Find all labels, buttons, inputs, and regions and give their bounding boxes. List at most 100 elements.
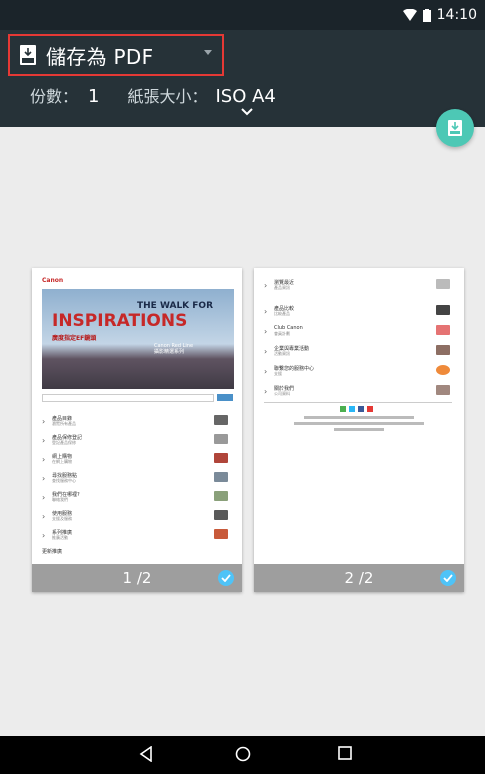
list-item-subtitle: 聯絡我們	[52, 497, 68, 502]
list-item-subtitle: 支援及服務	[52, 516, 72, 521]
recents-icon[interactable]	[338, 746, 352, 760]
list-item: › 尋找服務點 查找服務中心	[42, 471, 234, 487]
chevron-right-icon: ›	[42, 493, 46, 502]
footer-text-line	[334, 428, 384, 431]
list-item: › 產品保修登記 登記產品保修	[42, 433, 234, 449]
expand-chevron-icon[interactable]	[241, 108, 253, 116]
page-thumbnail: Canon THE WALK FOR INSPIRATIONS 廣度指定EF鏡頭…	[32, 268, 242, 564]
hero-title-line2: INSPIRATIONS	[52, 311, 188, 331]
search-button	[217, 394, 233, 401]
navigation-bar	[0, 736, 485, 774]
social-icons	[340, 406, 373, 412]
list-item: › 企業與專業活動 活動資訊	[264, 344, 456, 360]
list-item-subtitle: 瀏覽所有產品	[52, 421, 76, 426]
destination-dropdown[interactable]: 儲存為 PDF	[8, 34, 224, 76]
page-number: 2 /2	[344, 569, 374, 587]
chevron-right-icon: ›	[42, 417, 46, 426]
copies-label: 份數：	[30, 87, 79, 106]
page-selected-check-icon[interactable]	[218, 570, 234, 586]
page-preview-2[interactable]: › 瀏覽最近 產品資訊 › 產品比較 比較產品 › Club Canon 會員計…	[254, 268, 464, 592]
list-item-subtitle: 比較產品	[274, 311, 290, 316]
list-item: › 我們在哪裡? 聯絡我們	[42, 490, 234, 506]
list-item: › 瀏覽最近 產品資訊	[264, 278, 456, 294]
chevron-right-icon: ›	[42, 531, 46, 540]
list-item-subtitle: 產品資訊	[274, 285, 290, 290]
status-bar: 14:10	[0, 0, 485, 30]
compare-icon	[436, 305, 450, 315]
list-item-subtitle: 推廣活動	[52, 535, 68, 540]
list-item-subtitle: 查找服務中心	[52, 478, 76, 483]
youtube-icon	[367, 406, 373, 412]
chevron-right-icon: ›	[264, 327, 268, 336]
list-item: › 關於我們 公司資料	[264, 384, 456, 400]
club-canon-logo-icon	[436, 325, 450, 335]
list-item-title: 更新推廣	[42, 549, 63, 555]
divider	[264, 402, 452, 403]
list-item: › 網上購物 在網上購物	[42, 452, 234, 468]
dropdown-caret-icon	[204, 50, 212, 55]
hero-subtitle: 廣度指定EF鏡頭	[52, 335, 97, 342]
list-item: › 使用服務 支援及服務	[42, 509, 234, 525]
social-icon	[349, 406, 355, 412]
search-box	[42, 394, 214, 402]
page-number: 1 /2	[122, 569, 152, 587]
pdf-icon	[20, 45, 36, 65]
battery-icon	[422, 8, 431, 22]
list-item: › Club Canon 會員計劃	[264, 324, 456, 340]
paper-size-label: 紙張大小：	[127, 87, 208, 106]
service-icon	[214, 510, 228, 520]
pen-icon	[214, 434, 228, 444]
product-icon	[436, 279, 450, 289]
chevron-right-icon: ›	[42, 512, 46, 521]
chevron-right-icon: ›	[264, 387, 268, 396]
clock: 14:10	[436, 7, 477, 23]
back-icon[interactable]	[139, 746, 153, 762]
list-item-subtitle: 支援	[274, 371, 282, 376]
support-icon	[436, 365, 450, 375]
chevron-right-icon: ›	[42, 474, 46, 483]
footer-text-line	[304, 416, 414, 419]
save-pdf-button[interactable]	[436, 109, 474, 147]
print-options-summary[interactable]: 份數： 1 紙張大小： ISO A4	[30, 83, 276, 107]
social-icon	[340, 406, 346, 412]
hero-banner: THE WALK FOR INSPIRATIONS 廣度指定EF鏡頭 Canon…	[42, 289, 234, 389]
page-preview-1[interactable]: Canon THE WALK FOR INSPIRATIONS 廣度指定EF鏡頭…	[32, 268, 242, 592]
list-item: › 聯繫您的服務中心 支援	[264, 364, 456, 380]
list-item-subtitle: 登記產品保修	[52, 440, 76, 445]
event-icon	[436, 345, 450, 355]
chevron-right-icon: ›	[264, 367, 268, 376]
hero-promo: Canon Red Line 攝影精選系列	[154, 343, 194, 355]
about-icon	[436, 385, 450, 395]
page-selected-check-icon[interactable]	[440, 570, 456, 586]
list-item: 更新推廣	[42, 547, 234, 563]
hero-title-line1: THE WALK FOR	[137, 301, 214, 311]
list-item-subtitle: 公司資料	[274, 391, 290, 396]
chevron-right-icon: ›	[42, 436, 46, 445]
footer-text-line	[294, 422, 424, 425]
list-item-subtitle: 會員計劃	[274, 331, 290, 336]
list-item: › 產品比較 比較產品	[264, 304, 456, 320]
wifi-icon	[402, 9, 417, 21]
home-icon[interactable]	[235, 746, 251, 762]
destination-label: 儲存為 PDF	[46, 44, 154, 69]
paper-size-value: ISO A4	[215, 86, 276, 107]
print-header: 儲存為 PDF 份數： 1 紙張大小： ISO A4	[0, 30, 485, 127]
location-icon	[214, 472, 228, 482]
chevron-right-icon: ›	[264, 347, 268, 356]
chevron-right-icon: ›	[264, 281, 268, 290]
chevron-right-icon: ›	[264, 307, 268, 316]
promo-icon	[214, 529, 228, 539]
list-item: › 系列推廣 推廣活動	[42, 528, 234, 544]
pdf-download-icon	[448, 120, 462, 136]
page-thumbnail: › 瀏覽最近 產品資訊 › 產品比較 比較產品 › Club Canon 會員計…	[254, 268, 464, 564]
canon-logo: Canon	[42, 277, 64, 284]
copies-value: 1	[88, 86, 100, 107]
map-icon	[214, 491, 228, 501]
page-number-bar: 1 /2	[32, 564, 242, 592]
facebook-icon	[358, 406, 364, 412]
page-number-bar: 2 /2	[254, 564, 464, 592]
list-item-subtitle: 活動資訊	[274, 351, 290, 356]
list-item-subtitle: 在網上購物	[52, 459, 72, 464]
chevron-right-icon: ›	[42, 455, 46, 464]
cart-icon	[214, 453, 228, 463]
